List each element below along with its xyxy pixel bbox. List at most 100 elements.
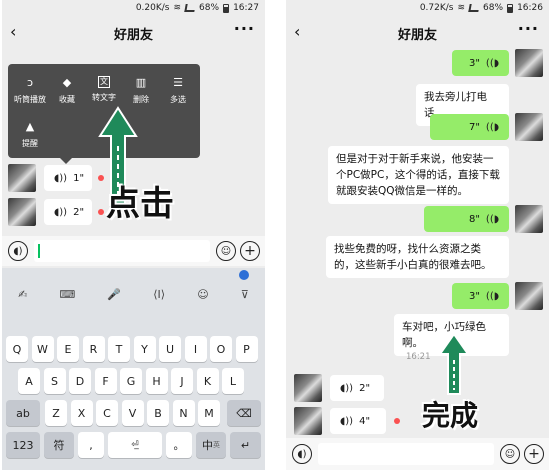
battery-icon — [507, 3, 514, 13]
signal-icon — [468, 4, 480, 12]
key-o[interactable]: O — [210, 336, 232, 362]
key-q[interactable]: Q — [6, 336, 28, 362]
emoji-icon[interactable]: ☺ — [216, 241, 236, 261]
avatar[interactable] — [8, 198, 36, 226]
voice-wave-icon: ◖)) — [54, 172, 68, 184]
period-key[interactable]: 。 — [166, 432, 192, 458]
key-i[interactable]: I — [184, 336, 207, 362]
voice-message-in[interactable]: ◖)) 2" — [330, 375, 384, 401]
key-d[interactable]: D — [69, 368, 91, 394]
language-label: 中 — [202, 439, 213, 452]
avatar[interactable] — [515, 113, 543, 141]
unread-dot — [98, 209, 104, 215]
key-j[interactable]: J — [171, 368, 193, 394]
annotation-label: 完成 — [422, 399, 479, 432]
key-a[interactable]: A — [18, 368, 40, 394]
key-z[interactable]: Z — [45, 400, 67, 426]
voice-duration: 2" — [73, 206, 85, 218]
enter-key[interactable]: ↵ — [230, 432, 261, 458]
key-v[interactable]: V — [121, 400, 144, 426]
plus-icon[interactable]: + — [524, 444, 544, 464]
avatar[interactable] — [8, 164, 36, 192]
backspace-key[interactable]: ⌫ — [227, 400, 261, 426]
key-h[interactable]: H — [145, 368, 168, 394]
wifi-icon: ≋ — [173, 3, 182, 13]
cursor-icon[interactable]: ⟨I⟩ — [153, 288, 165, 301]
key-f[interactable]: F — [94, 368, 117, 394]
key-w[interactable]: W — [31, 336, 54, 362]
language-key[interactable]: 中英 — [196, 432, 226, 458]
keyboard-toolbar: ✍ ⌨ 🎤 ⟨I⟩ ☺ ⊽ — [2, 282, 265, 306]
key-y[interactable]: Y — [133, 336, 156, 362]
avatar[interactable] — [515, 282, 543, 310]
voice-toggle-icon[interactable]: ◖) — [8, 241, 28, 261]
menu-item-favorite[interactable]: ◆ 收藏 — [49, 76, 85, 105]
symbols-key[interactable]: 符 — [44, 432, 74, 458]
chat-title: 好朋友 — [113, 28, 153, 43]
plus-icon[interactable]: + — [240, 241, 260, 261]
voice-toggle-icon[interactable]: ◖) — [292, 444, 312, 464]
key-u[interactable]: U — [159, 336, 181, 362]
microphone-icon[interactable]: 🎤 — [107, 288, 121, 301]
key-k[interactable]: K — [196, 368, 219, 394]
voice-duration: 8" — [468, 213, 480, 225]
avatar[interactable] — [294, 407, 322, 435]
key-l[interactable]: L — [222, 368, 244, 394]
key-b[interactable]: B — [147, 400, 169, 426]
emoji-icon[interactable]: ☺ — [197, 288, 208, 301]
keyboard-icon[interactable]: ⌨ — [59, 288, 75, 301]
voice-duration: 4" — [359, 415, 371, 427]
menu-item-multiselect[interactable]: ☰ 多选 — [160, 76, 196, 105]
voice-wave-icon: ((◗ — [485, 213, 499, 225]
collapse-keyboard-icon[interactable]: ⊽ — [241, 288, 249, 301]
microphone-icon: ⏎̲ — [131, 440, 139, 450]
voice-wave-icon: ◖)) — [340, 382, 354, 394]
voice-message-out[interactable]: 8" ((◗ — [424, 206, 509, 232]
bell-icon: ▲ — [25, 120, 35, 133]
emoji-icon[interactable]: ☺ — [500, 444, 520, 464]
key-x[interactable]: X — [70, 400, 93, 426]
key-t[interactable]: T — [108, 336, 130, 362]
message-input[interactable] — [34, 240, 210, 262]
voice-wave-icon: ((◗ — [485, 121, 499, 133]
handwriting-icon[interactable]: ✍ — [18, 288, 27, 301]
annotation-arrow — [438, 332, 470, 395]
voice-message-out[interactable]: 3" ((◗ — [452, 50, 509, 76]
avatar[interactable] — [294, 374, 322, 402]
key-m[interactable]: M — [198, 400, 220, 426]
timestamp: 16:21 — [406, 352, 431, 362]
trash-icon: ▥ — [135, 76, 147, 89]
menu-item-earpiece[interactable]: ↄ 听筒播放 — [12, 76, 48, 105]
avatar[interactable] — [515, 205, 543, 233]
input-bar: ◖) ☺ + — [2, 236, 265, 266]
voice-message-in[interactable]: ◖)) 2" — [44, 199, 92, 225]
shift-key[interactable]: ab — [6, 400, 40, 426]
key-r[interactable]: R — [82, 336, 105, 362]
voice-message-in[interactable]: ◖)) 4" — [330, 408, 386, 434]
comma-key[interactable]: , — [78, 432, 104, 458]
avatar[interactable] — [515, 49, 543, 77]
voice-message-out[interactable]: 3" ((◗ — [452, 283, 509, 309]
menu-item-remind[interactable]: ▲ 提醒 — [12, 120, 48, 149]
menu-item-delete[interactable]: ▥ 删除 — [123, 76, 159, 105]
keyboard-logo-icon — [239, 270, 249, 280]
more-options-icon[interactable]: ··· — [234, 19, 255, 38]
menu-item-label: 提醒 — [22, 139, 38, 148]
menu-item-convert-to-text[interactable]: 文 转文字 — [86, 76, 122, 103]
input-bar: ◖) ☺ + — [286, 438, 549, 470]
numbers-key[interactable]: 123 — [6, 432, 40, 458]
voice-message-out[interactable]: 7" ((◗ — [430, 114, 509, 140]
battery-icon — [223, 3, 230, 13]
key-s[interactable]: S — [43, 368, 66, 394]
voice-wave-icon: ((◗ — [485, 57, 499, 69]
message-input[interactable] — [318, 443, 494, 465]
key-c[interactable]: C — [96, 400, 118, 426]
key-p[interactable]: P — [235, 336, 258, 362]
space-key[interactable]: ⏎̲ — [108, 432, 162, 458]
clock: 16:26 — [517, 3, 543, 13]
key-n[interactable]: N — [172, 400, 195, 426]
key-g[interactable]: G — [120, 368, 142, 394]
voice-message-in[interactable]: ◖)) 1" — [44, 165, 92, 191]
key-e[interactable]: E — [57, 336, 79, 362]
more-options-icon[interactable]: ··· — [518, 19, 539, 38]
